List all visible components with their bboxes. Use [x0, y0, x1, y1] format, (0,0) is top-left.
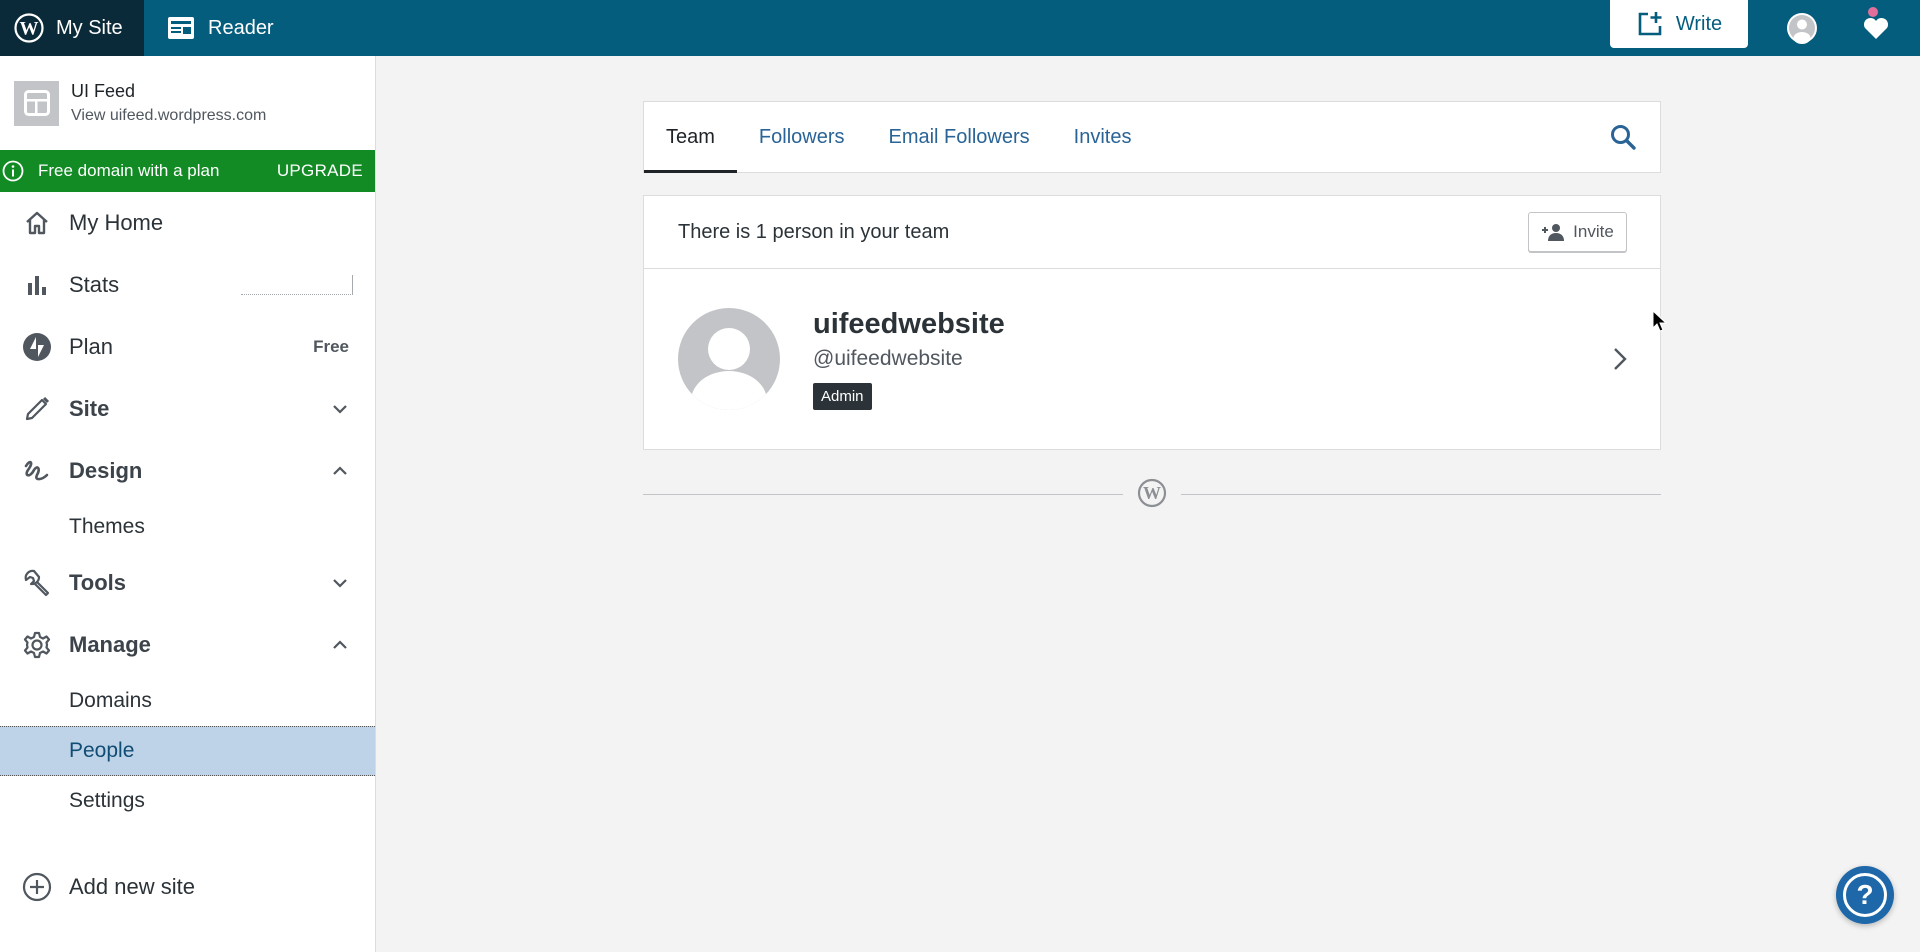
footer-divider: W [643, 478, 1661, 508]
sidebar-item-tools[interactable]: Tools [0, 552, 375, 614]
notification-dot [1868, 7, 1878, 17]
pencil-icon [22, 394, 52, 424]
chevron-right-icon[interactable] [1610, 345, 1630, 373]
reader-label: Reader [208, 16, 274, 39]
team-list-card: There is 1 person in your team Invite ui… [643, 195, 1661, 450]
info-icon [2, 160, 24, 182]
team-count-text: There is 1 person in your team [678, 220, 950, 243]
write-button[interactable]: Write [1610, 0, 1748, 48]
sidebar-subitem-settings[interactable]: Settings [0, 776, 375, 826]
add-person-icon [1542, 224, 1565, 241]
person-avatar [678, 308, 780, 410]
sidebar-item-design[interactable]: Design [0, 440, 375, 502]
tab-invites[interactable]: Invites [1052, 102, 1154, 172]
team-header: There is 1 person in your team Invite [644, 196, 1660, 269]
search-icon [1611, 125, 1636, 150]
user-avatar-button[interactable] [1774, 0, 1830, 56]
design-icon [22, 456, 52, 486]
masterbar: W My Site Reader Write [0, 0, 1920, 56]
sidebar-subitem-themes[interactable]: Themes [0, 502, 375, 552]
notifications-bell-icon [1863, 17, 1889, 39]
help-button[interactable]: ? [1836, 866, 1894, 924]
site-layout-icon [23, 90, 50, 116]
add-new-site-label: Add new site [69, 874, 195, 899]
reader-button[interactable]: Reader [144, 0, 274, 56]
help-icon: ? [1843, 873, 1887, 917]
site-url-link[interactable]: View uifeed.wordpress.com [71, 107, 266, 125]
sidebar-item-stats[interactable]: Stats [0, 254, 375, 316]
svg-text:W: W [1143, 483, 1161, 503]
tab-followers[interactable]: Followers [737, 102, 867, 172]
sidebar-item-label: My Home [69, 210, 164, 235]
people-section-nav: Team Followers Email Followers Invites [643, 101, 1661, 173]
person-row[interactable]: uifeedwebsite @uifeedwebsite Admin [644, 269, 1660, 449]
stats-sparkline [241, 275, 353, 295]
my-site-button[interactable]: W My Site [0, 0, 144, 56]
upgrade-button[interactable]: UPGRADE [277, 161, 363, 181]
site-name: UI Feed [71, 81, 136, 101]
tab-team[interactable]: Team [644, 102, 737, 173]
sidebar-item-label: Stats [69, 272, 120, 297]
upsell-banner[interactable]: Free domain with a plan UPGRADE [0, 150, 375, 192]
site-icon [14, 80, 59, 126]
my-site-label: My Site [56, 16, 123, 39]
add-new-site-button[interactable]: Add new site [0, 856, 375, 918]
plan-badge: Free [313, 337, 349, 356]
chevron-down-icon[interactable] [331, 400, 349, 418]
write-label: Write [1675, 12, 1723, 35]
wordpress-logo-icon: W [14, 13, 44, 43]
sidebar-item-label: Site [69, 396, 110, 421]
write-icon [1638, 12, 1662, 36]
invite-button[interactable]: Invite [1528, 212, 1627, 252]
sidebar-item-label: Tools [69, 570, 127, 595]
sidebar-item-label: Design [69, 458, 143, 483]
wordpress-logo-icon: W [1137, 478, 1167, 508]
role-badge: Admin [813, 383, 872, 410]
home-icon [22, 208, 52, 238]
add-circle-icon [22, 872, 52, 902]
tools-icon [22, 568, 52, 598]
plan-icon [22, 332, 52, 362]
sidebar-subitem-people[interactable]: People [0, 726, 375, 776]
mouse-cursor-icon [1652, 310, 1668, 332]
invite-label: Invite [1573, 222, 1614, 241]
sidebar-item-label: Manage [69, 632, 151, 657]
chevron-down-icon[interactable] [331, 574, 349, 592]
person-handle: @uifeedwebsite [813, 347, 963, 370]
reader-icon [168, 17, 194, 39]
gear-icon [22, 630, 52, 660]
svg-text:W: W [20, 19, 39, 40]
chevron-up-icon[interactable] [331, 462, 349, 480]
sidebar: UI Feed View uifeed.wordpress.com Free d… [0, 56, 376, 952]
sidebar-item-my-home[interactable]: My Home [0, 192, 375, 254]
notifications-button[interactable] [1848, 0, 1904, 56]
person-name: uifeedwebsite [813, 308, 1005, 340]
upsell-text: Free domain with a plan [38, 161, 220, 180]
sidebar-item-label: Plan [69, 334, 114, 359]
chevron-up-icon[interactable] [331, 636, 349, 654]
site-card[interactable]: UI Feed View uifeed.wordpress.com [0, 56, 375, 150]
stats-icon [22, 270, 52, 300]
search-button[interactable] [1586, 102, 1660, 172]
user-avatar-icon [1787, 13, 1817, 44]
sidebar-item-plan[interactable]: Plan Free [0, 316, 375, 378]
tab-email-followers[interactable]: Email Followers [866, 102, 1051, 172]
sidebar-subitem-domains[interactable]: Domains [0, 676, 375, 726]
sidebar-item-site[interactable]: Site [0, 378, 375, 440]
sidebar-item-manage[interactable]: Manage [0, 614, 375, 676]
